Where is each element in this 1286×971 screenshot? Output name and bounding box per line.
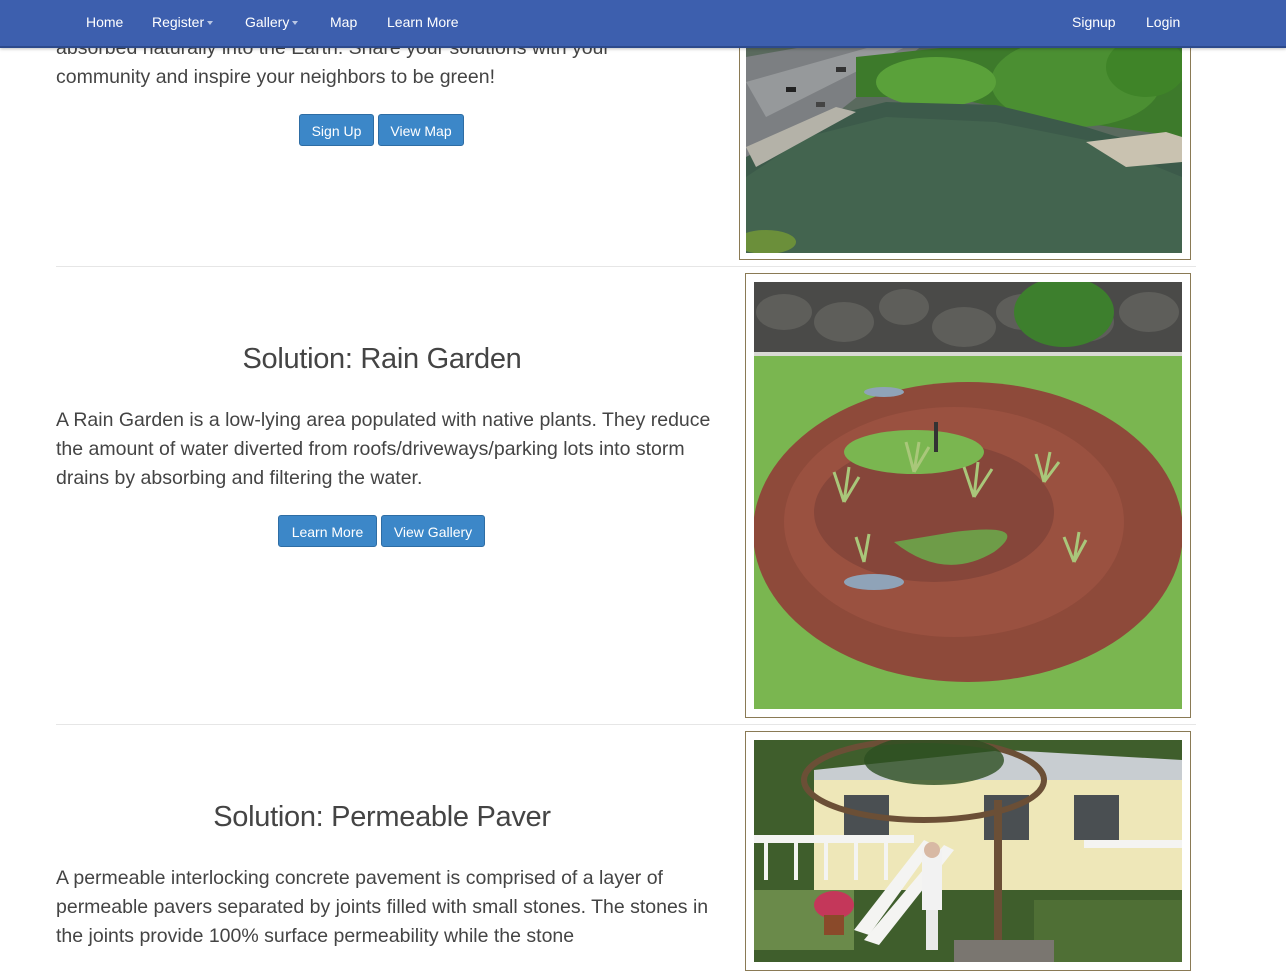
nav-register-dropdown[interactable]: Register [152,0,214,46]
learn-more-button[interactable]: Learn More [278,515,377,547]
section-divider [56,266,1196,267]
rain-garden-photo-frame [745,273,1191,718]
nav-signup[interactable]: Signup [1072,0,1116,46]
view-map-button[interactable]: View Map [378,114,464,146]
permeable-paver-photo [754,740,1182,962]
rain-garden-photo [754,282,1182,709]
nav-register-label: Register [152,14,205,30]
permeable-paver-text: A permeable interlocking concrete paveme… [56,867,709,947]
nav-gallery-dropdown[interactable]: Gallery [245,0,299,46]
view-gallery-button[interactable]: View Gallery [381,515,485,547]
sign-up-button[interactable]: Sign Up [299,114,374,146]
nav-learn-more[interactable]: Learn More [387,0,459,46]
pond-photo [746,27,1184,253]
caret-down-icon [292,21,299,26]
nav-home[interactable]: Home [86,0,123,46]
permeable-paver-title: Solution: Permeable Paver [213,801,551,833]
rain-garden-text: A Rain Garden is a low-lying area popula… [56,409,711,489]
caret-down-icon [207,21,214,26]
section-divider [56,724,1196,725]
rain-garden-title: Solution: Rain Garden [242,343,522,375]
intro-line-2: community and inspire your neighbors to … [56,66,495,88]
nav-gallery-label: Gallery [245,14,290,30]
nav-login[interactable]: Login [1146,0,1180,46]
nav-map[interactable]: Map [330,0,357,46]
permeable-paver-photo-frame [745,731,1191,971]
top-navbar: Home Register Gallery Map Learn More Sig… [0,0,1286,48]
pond-photo-frame [739,20,1191,260]
